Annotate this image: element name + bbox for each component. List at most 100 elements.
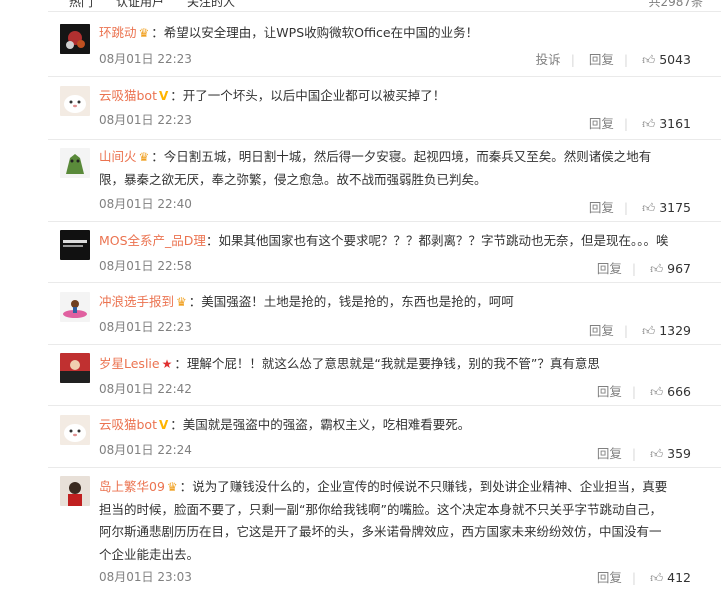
comment-body: 美国就是强盗中的强盗，霸权主义，吃相难看要死。 (182, 417, 471, 432)
comment-actions: 回复 | 👍︎ 359 (597, 443, 691, 462)
comment-time: 08月01日 22:42 (99, 382, 192, 396)
username[interactable]: 山间火 (99, 149, 137, 164)
thumbs-up-icon: 👍︎ (642, 323, 656, 338)
like-count: 666 (667, 384, 691, 399)
reply-button[interactable]: 回复 (589, 52, 614, 67)
like-count: 412 (667, 570, 691, 585)
like-count: 359 (667, 446, 691, 461)
comment-actions: 回复 | 👍︎ 412 (597, 567, 691, 586)
divider (48, 139, 721, 140)
divider: | (623, 323, 629, 338)
divider (48, 467, 721, 468)
comment-text: 岛上繁华09 ♛ ：说为了赚钱没什么的，企业宣传的时候说不只赚钱，到处讲企业精神、企… (99, 476, 669, 566)
reply-button[interactable]: 回复 (597, 384, 622, 399)
comment-actions: 回复 | 👍︎ 666 (597, 381, 691, 400)
avatar[interactable] (60, 148, 90, 178)
like-button[interactable]: 👍︎ 1329 (642, 323, 691, 338)
username[interactable]: 云吸猫bot (99, 417, 157, 432)
divider: | (623, 200, 629, 215)
like-count: 3161 (659, 116, 691, 131)
reply-button[interactable]: 回复 (597, 570, 622, 585)
comment-body: 理解个屁！！就这么怂了意思就是“我就是要挣钱，别的我不管”？真有意思 (186, 356, 600, 371)
comment-text: 云吸猫bot V ：美国就是强盗中的强盗，霸权主义，吃相难看要死。 (99, 414, 669, 437)
comment-actions: 回复 | 👍︎ 3161 (589, 113, 691, 132)
like-button[interactable]: 👍︎ 5043 (642, 52, 691, 67)
username[interactable]: 岛上繁华09 (99, 479, 165, 494)
comment-total: 共2987条 (648, 0, 703, 9)
thumbs-up-icon: 👍︎ (650, 570, 664, 585)
comment-body: 美国强盗！土地是抢的，钱是抢的，东西也是抢的，呵呵 (201, 294, 514, 309)
divider: | (570, 52, 575, 67)
thumbs-up-icon: 👍︎ (650, 446, 664, 461)
comment-time: 08月01日 22:40 (99, 197, 192, 211)
thumbs-up-icon: 👍︎ (642, 116, 656, 131)
divider: | (623, 116, 629, 131)
crown-icon: ♛ (138, 26, 150, 40)
divider (48, 11, 721, 12)
like-button[interactable]: 👍︎ 3175 (642, 200, 691, 215)
reply-button[interactable]: 回复 (589, 200, 614, 215)
like-count: 967 (667, 261, 691, 276)
avatar[interactable] (60, 292, 90, 322)
reply-button[interactable]: 回复 (597, 446, 622, 461)
comment-time: 08月01日 22:24 (99, 443, 192, 457)
username[interactable]: 环跳动 (99, 25, 137, 40)
crown-icon: ♛ (166, 480, 178, 494)
avatar[interactable] (60, 230, 90, 260)
divider: | (631, 261, 637, 276)
thumbs-up-icon: 👍︎ (642, 52, 656, 67)
comment-time: 08月01日 22:23 (99, 113, 192, 127)
comment-time: 08月01日 23:03 (99, 570, 192, 584)
username[interactable]: MOS全系产_品D理 (99, 233, 206, 248)
like-button[interactable]: 👍︎ 3161 (642, 116, 691, 131)
like-button[interactable]: 👍︎ 412 (650, 570, 691, 585)
reply-button[interactable]: 回复 (597, 261, 622, 276)
like-button[interactable]: 👍︎ 967 (650, 261, 691, 276)
reply-button[interactable]: 回复 (589, 116, 614, 131)
verified-v-icon: V (158, 418, 169, 432)
comment-actions: 投诉 | 回复 | 👍︎ 5043 (536, 49, 691, 68)
tab-verified[interactable]: 认证用户 (116, 0, 164, 10)
reply-button[interactable]: 回复 (589, 323, 614, 338)
thumbs-up-icon: 👍︎ (642, 200, 656, 215)
username[interactable]: 冲浪选手报到 (99, 294, 174, 309)
avatar[interactable] (60, 476, 90, 506)
comment-text: 环跳动 ♛ ：希望以安全理由，让WPS收购微软Office在中国的业务！ (99, 22, 669, 45)
comment-body: 今日割五城，明日割十城，然后得一夕安寝。起视四境，而秦兵又至矣。然则诸侯之地有限… (99, 149, 652, 187)
comment-time: 08月01日 22:23 (99, 320, 192, 334)
comment-body: 开了一个坏头，以后中国企业都可以被买掉了！ (182, 88, 446, 103)
comment-text: 云吸猫bot V ：开了一个坏头，以后中国企业都可以被买掉了！ (99, 85, 669, 108)
username[interactable]: 岁星Leslie (99, 356, 160, 371)
username[interactable]: 云吸猫bot (99, 88, 157, 103)
like-button[interactable]: 👍︎ 359 (650, 446, 691, 461)
divider (48, 221, 721, 222)
avatar[interactable] (60, 24, 90, 54)
like-count: 1329 (659, 323, 691, 338)
comment-time: 08月01日 22:23 (99, 52, 192, 66)
divider (48, 344, 721, 345)
like-button[interactable]: 👍︎ 666 (650, 384, 691, 399)
comment-text: 岁星Leslie ★ ：理解个屁！！就这么怂了意思就是“我就是要挣钱，别的我不管”？… (99, 353, 669, 376)
like-count: 5043 (659, 52, 691, 67)
avatar[interactable] (60, 353, 90, 383)
comment-filter-bar: 热门 认证用户 关注的人 共2987条 (0, 0, 721, 10)
divider: | (631, 570, 637, 585)
thumbs-up-icon: 👍︎ (650, 261, 664, 276)
tab-hot[interactable]: 热门 (69, 0, 93, 10)
divider (48, 282, 721, 283)
comment-body: 说为了赚钱没什么的，企业宣传的时候说不只赚钱，到处讲企业精神、企业担当，真要担当… (99, 479, 668, 562)
crown-icon: ♛ (138, 150, 150, 164)
comment-text: MOS全系产_品D理：如果其他国家也有这个要求呢？？？都剥离？？字节跳动也无奈，… (99, 233, 669, 248)
verified-v-icon: V (158, 89, 169, 103)
star-icon: ★ (161, 357, 173, 371)
avatar[interactable] (60, 415, 90, 445)
divider (48, 405, 721, 406)
avatar[interactable] (60, 86, 90, 116)
tab-following[interactable]: 关注的人 (187, 0, 235, 10)
comment-body: 希望以安全理由，让WPS收购微软Office在中国的业务！ (163, 25, 479, 40)
like-count: 3175 (659, 200, 691, 215)
report-button[interactable]: 投诉 (536, 52, 561, 67)
comment-actions: 回复 | 👍︎ 1329 (589, 320, 691, 339)
comment-text: 山间火 ♛ ：今日割五城，明日割十城，然后得一夕安寝。起视四境，而秦兵又至矣。然则诸… (99, 146, 669, 191)
crown-icon: ♛ (176, 295, 187, 309)
